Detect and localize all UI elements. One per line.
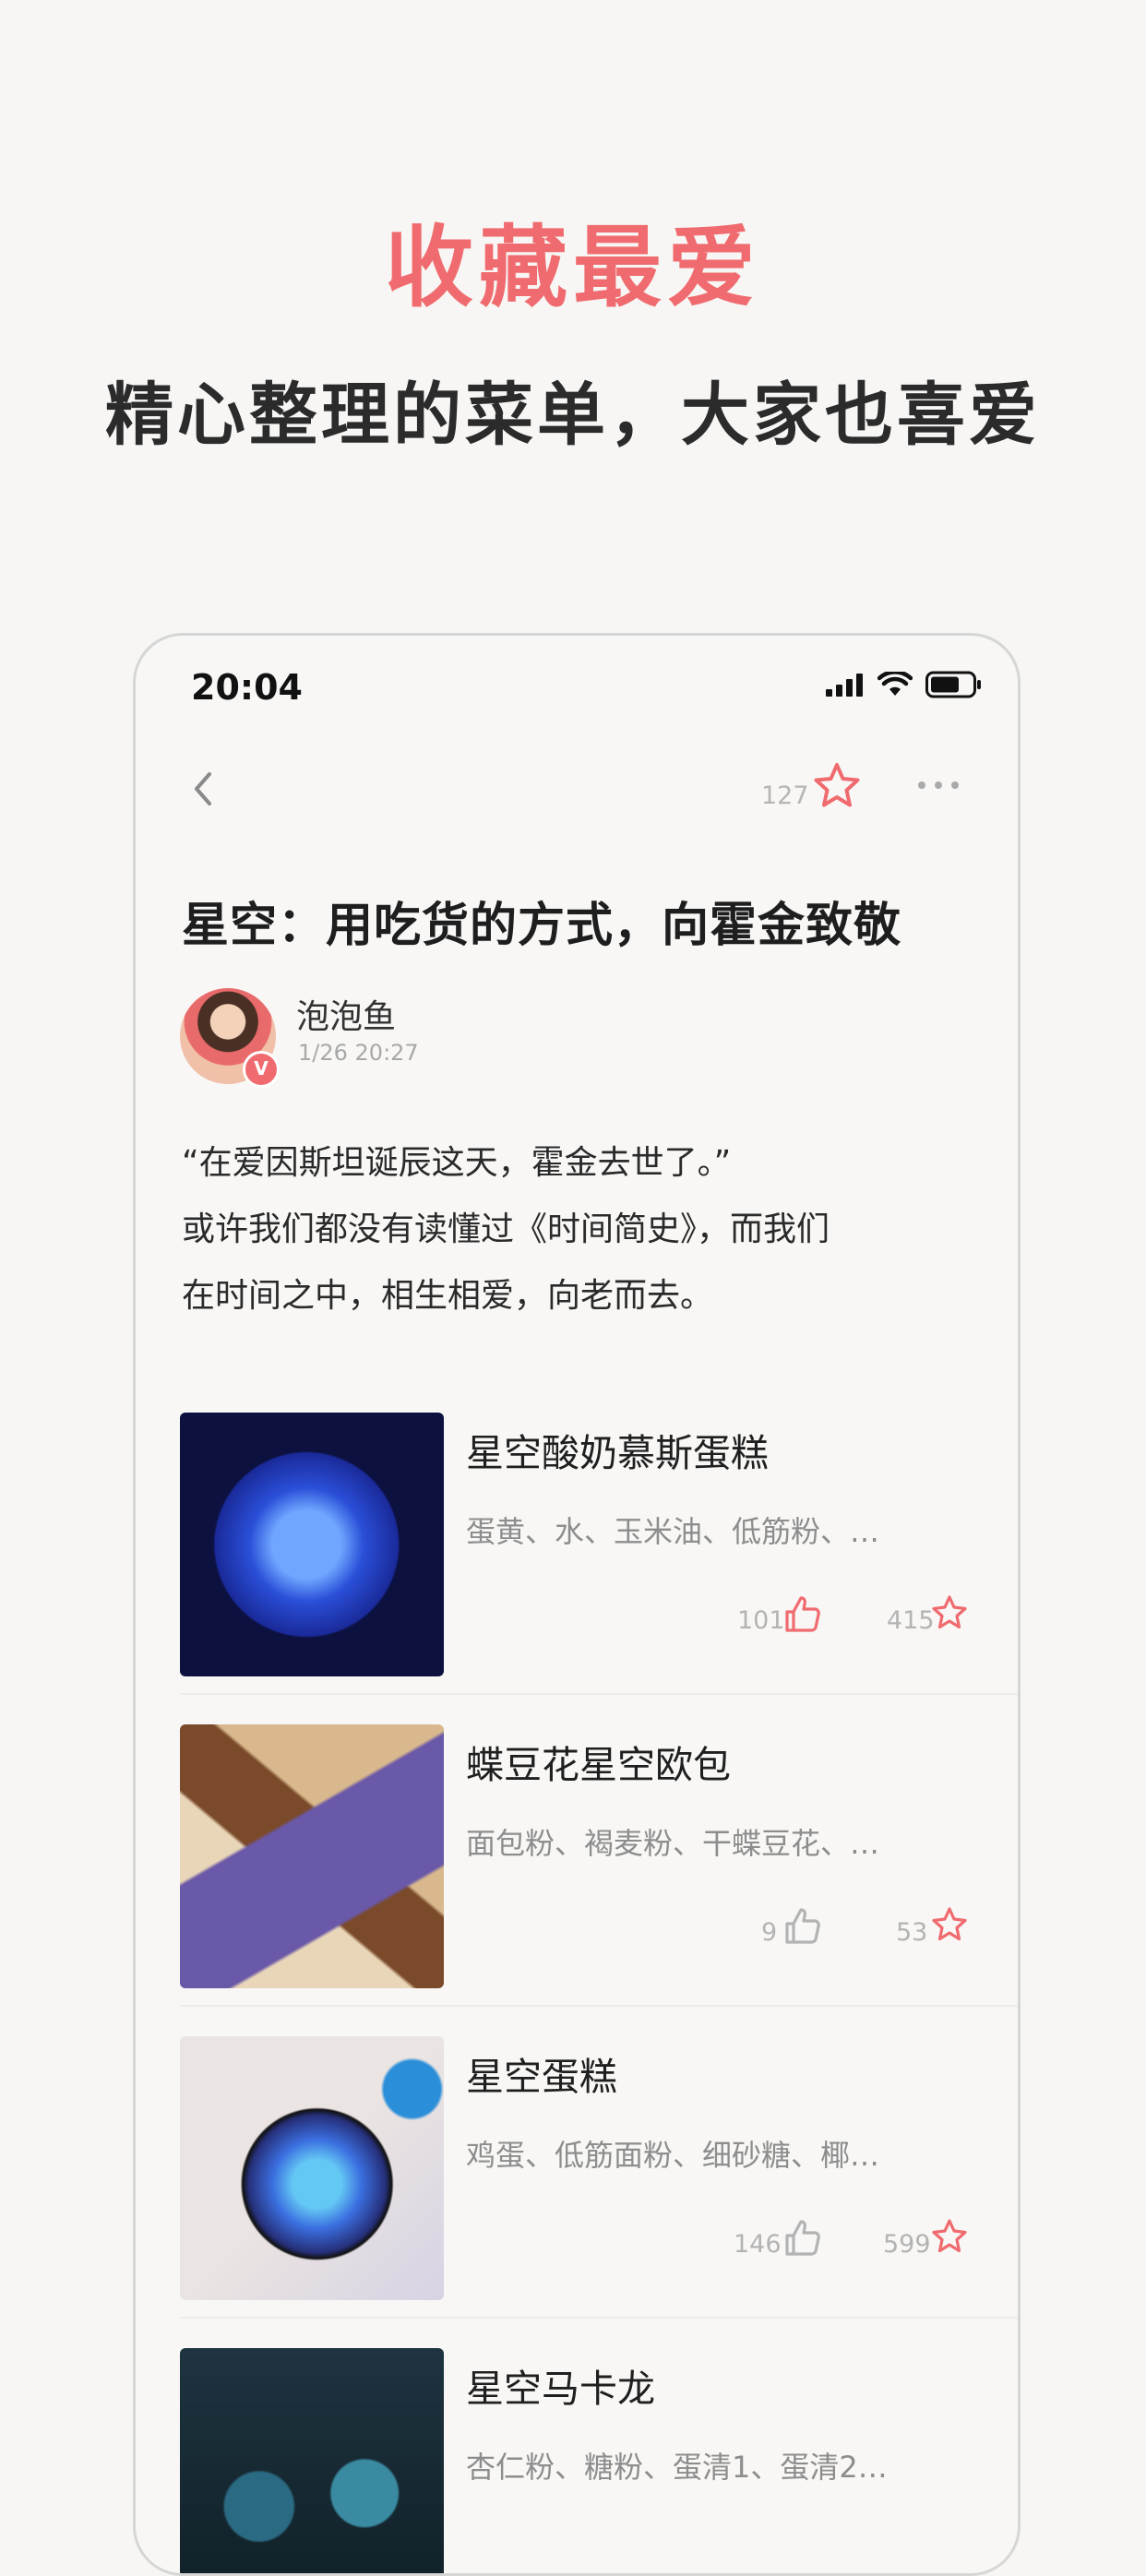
thumbs-up-icon[interactable]: [782, 2217, 822, 2258]
status-bar: 20:04: [136, 636, 1018, 728]
article-title: 星空：用吃货的方式，向霍金致敬: [182, 899, 902, 953]
recipe-thumbnail[interactable]: [180, 1413, 444, 1676]
favorite-count: 127: [761, 781, 809, 810]
hero-subtitle: 精心整理的菜单，大家也喜爱: [105, 376, 1041, 455]
recipe-card[interactable]: 星空马卡龙 杏仁粉、糖粉、蛋清1、蛋清2…: [180, 2319, 1018, 2573]
recipe-card[interactable]: 星空蛋糕 鸡蛋、低筋面粉、细砂糖、椰… 146 599: [180, 2007, 1018, 2319]
star-icon[interactable]: [929, 2217, 970, 2258]
recipe-name[interactable]: 星空马卡龙: [466, 2357, 655, 2413]
verified-badge-icon: V: [243, 1051, 280, 1088]
thumbs-up-icon[interactable]: [782, 1905, 822, 1946]
hero-title: 收藏最爱: [385, 216, 761, 319]
more-icon[interactable]: [911, 774, 966, 796]
recipe-ingredients: 杏仁粉、糖粉、蛋清1、蛋清2…: [466, 2450, 888, 2485]
author-date: 1/26 20:27: [298, 1040, 419, 1066]
recipe-list: 星空酸奶慕斯蛋糕 蛋黄、水、玉米油、低筋粉、… 101 415 蝶豆花星空欧包 …: [180, 1383, 1018, 2573]
recipe-card[interactable]: 蝶豆花星空欧包 面包粉、褐麦粉、干蝶豆花、… 9 53: [180, 1695, 1018, 2007]
author-name[interactable]: 泡泡鱼: [296, 990, 396, 1038]
favorite-count: 53: [896, 1918, 928, 1947]
like-count: 9: [761, 1918, 778, 1947]
nav-bar: 127: [136, 746, 1018, 839]
recipe-ingredients: 蛋黄、水、玉米油、低筋粉、…: [466, 1514, 880, 1549]
status-icons: [826, 671, 983, 698]
favorite-count: 415: [887, 1606, 935, 1635]
star-icon[interactable]: [929, 1593, 970, 1634]
star-icon[interactable]: [929, 1905, 970, 1946]
star-icon[interactable]: [809, 759, 865, 815]
recipe-card[interactable]: 星空酸奶慕斯蛋糕 蛋黄、水、玉米油、低筋粉、… 101 415: [180, 1383, 1018, 1695]
intro-line: “在爱因斯坦诞辰这天，霍金去世了。”: [182, 1144, 732, 1182]
recipe-name[interactable]: 星空蛋糕: [466, 2045, 617, 2101]
battery-icon: [925, 671, 981, 698]
intro-line: 或许我们都没有读懂过《时间简史》，而我们: [182, 1210, 830, 1248]
wifi-icon: [877, 672, 913, 696]
status-time: 20:04: [191, 667, 303, 708]
thumbs-up-icon[interactable]: [782, 1593, 822, 1634]
recipe-thumbnail[interactable]: [180, 2348, 444, 2573]
recipe-thumbnail[interactable]: [180, 1724, 444, 1988]
avatar[interactable]: V: [180, 988, 280, 1088]
intro-line: 在时间之中，相生相爱，向老而去。: [182, 1277, 714, 1315]
signal-icon: [826, 674, 863, 697]
recipe-ingredients: 面包粉、褐麦粉、干蝶豆花、…: [466, 1826, 880, 1861]
back-icon[interactable]: [180, 761, 226, 817]
phone-frame: 20:04 127 星空：用吃货的方式，向霍金致敬 V 泡泡鱼 1/26 20:…: [133, 633, 1021, 2576]
recipe-ingredients: 鸡蛋、低筋面粉、细砂糖、椰…: [466, 2138, 880, 2173]
favorite-count: 599: [883, 2230, 931, 2259]
like-count: 101: [737, 1606, 785, 1635]
recipe-thumbnail[interactable]: [180, 2036, 444, 2300]
recipe-name[interactable]: 蝶豆花星空欧包: [466, 1734, 731, 1789]
like-count: 146: [734, 2230, 782, 2259]
recipe-name[interactable]: 星空酸奶慕斯蛋糕: [466, 1422, 769, 1477]
article-intro: “在爱因斯坦诞辰这天，霍金去世了。” 或许我们都没有读懂过《时间简史》，而我们 …: [182, 1130, 975, 1330]
